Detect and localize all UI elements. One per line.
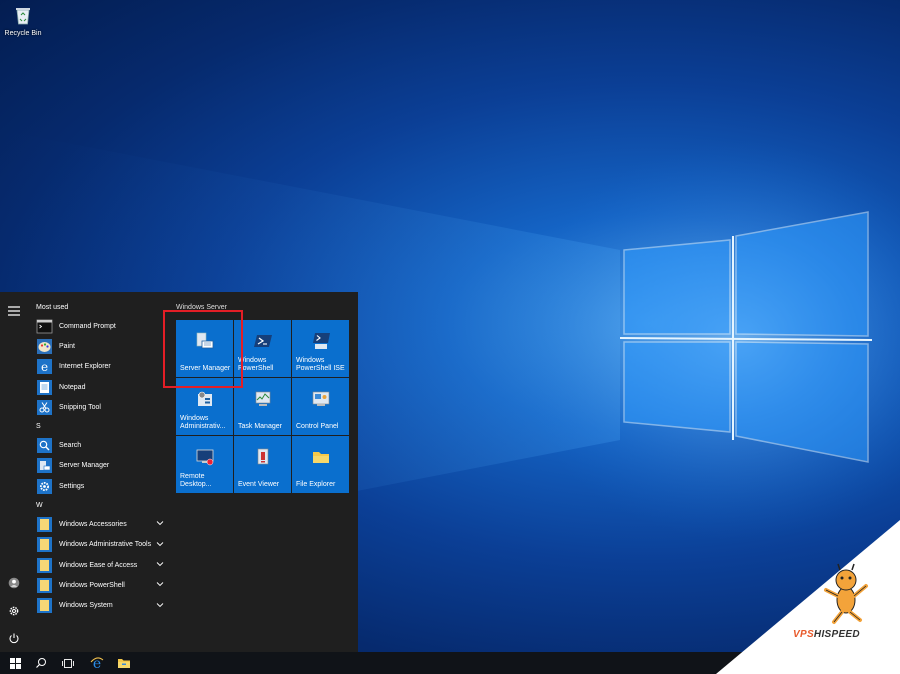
folder-windows-system[interactable]: Windows System — [30, 596, 168, 616]
search-icon — [37, 438, 52, 454]
internet-explorer-icon: e — [90, 656, 104, 670]
chevron-down-icon — [156, 541, 164, 546]
folder-icon — [37, 517, 52, 533]
control-panel-icon — [312, 391, 329, 406]
app-label: Command Prompt — [59, 322, 116, 330]
chevron-down-icon — [156, 582, 164, 587]
app-paint[interactable]: Paint — [30, 336, 168, 356]
app-label: Search — [59, 442, 82, 450]
tile-label: Windows Administrativ... — [180, 415, 226, 430]
watermark-corner — [716, 520, 900, 674]
task-view-button[interactable] — [57, 654, 79, 672]
app-label: Snipping Tool — [59, 403, 101, 411]
user-account-button[interactable] — [5, 574, 23, 592]
app-label: Settings — [59, 482, 85, 490]
notepad-icon — [37, 379, 52, 395]
most-used-header: Most used — [36, 304, 69, 311]
app-settings[interactable]: Settings — [30, 476, 168, 496]
folder-windows-powershell[interactable]: Windows PowerShell — [30, 575, 168, 595]
watermark-part-b: HISPEED — [813, 629, 860, 640]
start-button[interactable] — [4, 654, 26, 672]
folder-icon — [37, 598, 52, 614]
app-notepad[interactable]: Notepad — [30, 377, 168, 397]
user-icon — [8, 577, 20, 589]
expand-menu-button[interactable] — [5, 302, 23, 320]
power-button[interactable] — [5, 629, 23, 647]
snipping-tool-icon — [37, 399, 52, 415]
svg-text:e: e — [41, 360, 48, 374]
app-label: Windows PowerShell — [59, 581, 125, 589]
powershell-icon — [253, 335, 272, 347]
chevron-down-icon — [156, 602, 164, 607]
task-view-icon — [62, 658, 74, 668]
taskbar-internet-explorer[interactable]: e — [86, 654, 108, 672]
start-rail — [0, 292, 28, 652]
server-manager-icon — [37, 458, 52, 474]
tile-label: Event Viewer — [238, 481, 280, 488]
recycle-bin[interactable]: Recycle Bin — [2, 4, 44, 37]
windows-logo-icon — [9, 657, 21, 669]
folder-windows-accessories[interactable]: Windows Accessories — [30, 514, 168, 534]
hamburger-icon — [8, 306, 20, 316]
tile-windows-powershell-ise[interactable]: Windows PowerShell ISE — [292, 320, 349, 377]
app-command-prompt[interactable]: Command Prompt — [30, 316, 168, 336]
tile-label: Control Panel — [296, 423, 339, 430]
gear-icon — [9, 606, 19, 616]
watermark-part-a: VPS — [793, 629, 814, 640]
tile-label: Windows PowerShell — [238, 357, 274, 372]
command-prompt-icon — [36, 319, 53, 334]
tile-label: Remote Desktop... — [180, 473, 212, 488]
tile-label: Windows PowerShell ISE — [296, 357, 345, 372]
watermark-logo-text: VPSHISPEED — [793, 629, 860, 640]
file-explorer-icon — [312, 452, 329, 463]
tile-file-explorer[interactable]: File Explorer — [292, 436, 349, 493]
internet-explorer-icon: e — [37, 359, 52, 375]
remote-desktop-icon — [196, 449, 213, 466]
power-icon — [9, 633, 19, 644]
app-server-manager[interactable]: Server Manager — [30, 456, 168, 476]
app-label: Paint — [59, 342, 75, 350]
recycle-bin-label: Recycle Bin — [4, 30, 42, 37]
tile-remote-desktop[interactable]: Remote Desktop... — [176, 436, 233, 493]
settings-button[interactable] — [5, 602, 23, 620]
search-icon — [36, 658, 46, 668]
app-list: Most used Command Prompt Paint e Interne… — [30, 300, 168, 616]
folder-icon — [37, 557, 52, 573]
taskbar-file-explorer[interactable] — [113, 654, 135, 672]
gear-icon — [37, 478, 52, 494]
section-header-w[interactable]: W — [30, 498, 168, 514]
folder-icon — [37, 537, 52, 553]
app-search[interactable]: Search — [30, 435, 168, 455]
app-label: Windows System — [59, 602, 113, 610]
file-explorer-icon — [118, 659, 130, 668]
tile-control-panel[interactable]: Control Panel — [292, 378, 349, 435]
task-manager-icon — [255, 391, 270, 406]
chevron-down-icon — [156, 521, 164, 526]
section-header-s[interactable]: S — [30, 419, 168, 435]
app-label: Internet Explorer — [59, 363, 111, 371]
folder-icon — [37, 577, 52, 593]
recycle-bin-icon — [16, 8, 30, 25]
tile-label: File Explorer — [296, 481, 336, 488]
tile-event-viewer[interactable]: Event Viewer — [234, 436, 291, 493]
app-label: Server Manager — [59, 462, 110, 470]
app-snipping-tool[interactable]: Snipping Tool — [30, 397, 168, 417]
folder-windows-ease-of-access[interactable]: Windows Ease of Access — [30, 555, 168, 575]
paint-icon — [37, 338, 52, 354]
app-label: Notepad — [59, 383, 86, 391]
tile-label: Task Manager — [238, 423, 282, 430]
annotation-highlight-box — [163, 310, 243, 388]
powershell-ise-icon — [312, 333, 330, 349]
taskbar-search-button[interactable] — [30, 654, 52, 672]
folder-windows-administrative-tools[interactable]: Windows Administrative Tools — [30, 535, 168, 555]
event-viewer-icon — [257, 448, 268, 465]
chevron-down-icon — [156, 562, 164, 567]
app-internet-explorer[interactable]: e Internet Explorer — [30, 357, 168, 377]
app-label: Windows Accessories — [59, 521, 127, 529]
app-label: Windows Ease of Access — [59, 561, 138, 569]
app-label: Windows Administrative Tools — [59, 541, 152, 549]
admin-tools-icon — [197, 391, 212, 406]
